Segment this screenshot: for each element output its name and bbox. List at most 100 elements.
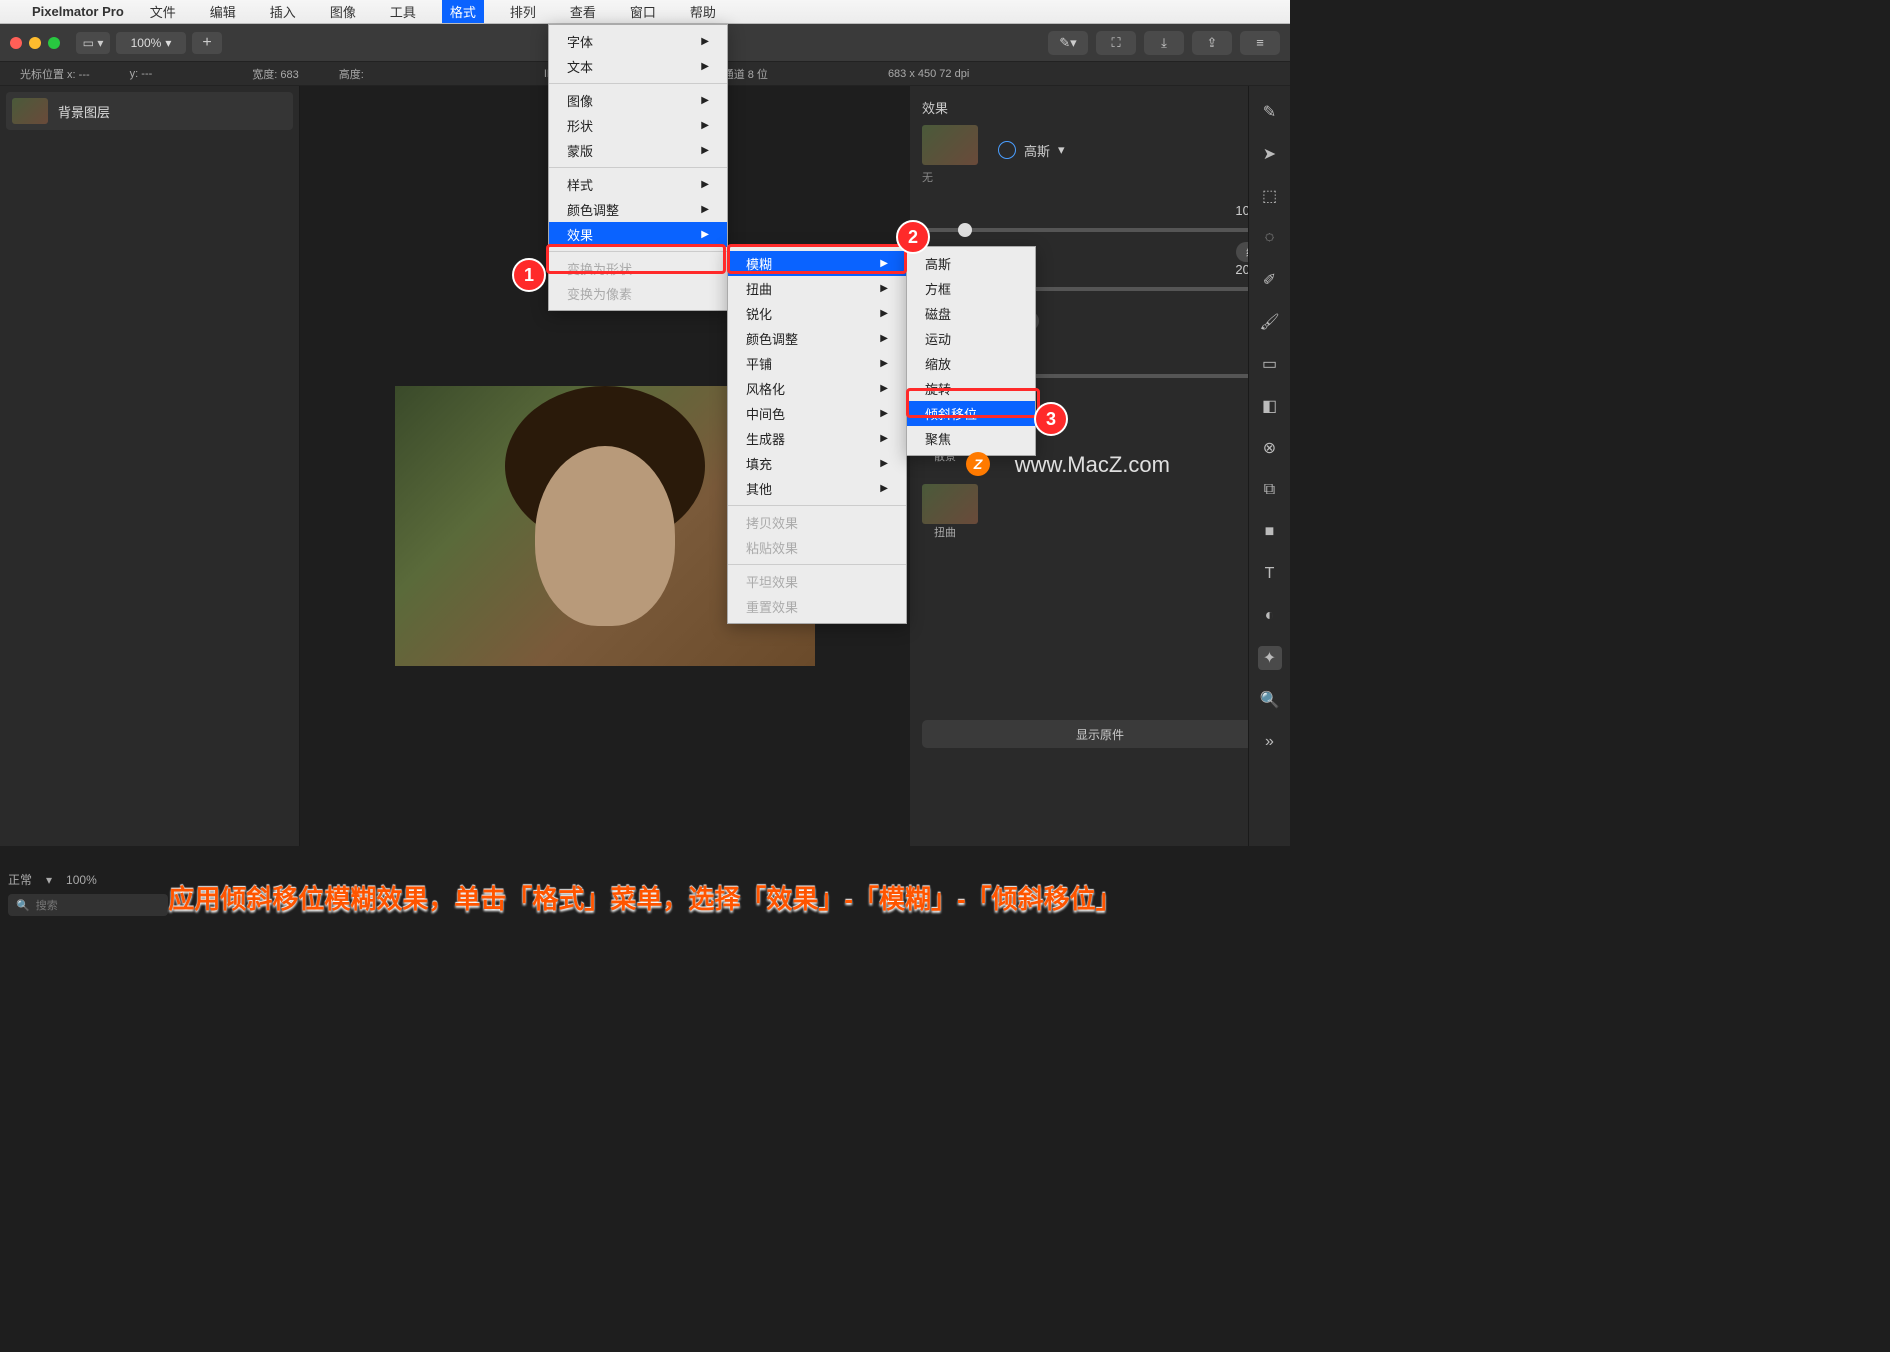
submenu-flatten: 平坦效果	[728, 569, 906, 594]
canvas-height: 高度:	[339, 66, 364, 82]
blur-disc[interactable]: 磁盘	[907, 301, 1035, 326]
macos-menubar: Pixelmator Pro 文件 编辑 插入 图像 工具 格式 排列 查看 窗…	[0, 0, 1290, 24]
submenu-halftone[interactable]: 中间色▶	[728, 401, 906, 426]
blur-gaussian[interactable]: 高斯	[907, 251, 1035, 276]
window-controls	[10, 37, 60, 49]
submenu-reset: 重置效果	[728, 594, 906, 619]
blur-focus[interactable]: 聚焦	[907, 426, 1035, 451]
eyedropper-tool-icon[interactable]: ✐	[1258, 268, 1282, 292]
menu-tools[interactable]: 工具	[382, 0, 424, 23]
effects-tool-icon[interactable]: ✦	[1258, 646, 1282, 670]
submenu-distort[interactable]: 扭曲▶	[728, 276, 906, 301]
cursor-x: 光标位置 x: ---	[20, 66, 90, 82]
canvas-width: 宽度: 683	[252, 66, 298, 82]
menu-arrange[interactable]: 排列	[502, 0, 544, 23]
effects-title: 效果	[922, 98, 948, 117]
menu-color-adjust[interactable]: 颜色调整▶	[549, 197, 727, 222]
maximize-button[interactable]	[48, 37, 60, 49]
panel-toggle-button[interactable]: ≡	[1240, 31, 1280, 55]
effect-toggle[interactable]	[998, 141, 1016, 159]
blur-zoom[interactable]: 缩放	[907, 351, 1035, 376]
layer-row[interactable]: 背景图层	[6, 92, 293, 130]
annotation-number-3: 3	[1034, 402, 1068, 436]
more-tools-icon[interactable]: »	[1258, 730, 1282, 754]
instruction-caption: 应用倾斜移位模糊效果，单击「格式」菜单，选择「效果」-「模糊」-「倾斜移位」	[0, 871, 1290, 924]
menu-image-sub[interactable]: 图像▶	[549, 88, 727, 113]
menu-shape[interactable]: 形状▶	[549, 113, 727, 138]
blur-spin[interactable]: 旋转	[907, 376, 1035, 401]
eraser-tool-icon[interactable]: ◧	[1258, 394, 1282, 418]
share-button[interactable]: ⇪	[1192, 31, 1232, 55]
menu-convert-pixels: 变换为像素	[549, 281, 727, 306]
menu-format[interactable]: 格式	[442, 0, 484, 23]
effect-gauss-label: 高斯	[1024, 141, 1050, 160]
distort-thumbnail	[922, 484, 978, 524]
submenu-stylize[interactable]: 风格化▶	[728, 376, 906, 401]
watermark-icon: Z	[966, 452, 990, 476]
layers-panel: 背景图层	[0, 86, 300, 846]
zoom-select[interactable]: 100% ▾	[116, 32, 186, 54]
menu-text[interactable]: 文本▶	[549, 54, 727, 79]
lasso-tool-icon[interactable]: ◌	[1258, 226, 1282, 250]
shape-tool-icon[interactable]: ■	[1258, 520, 1282, 544]
blur-box[interactable]: 方框	[907, 276, 1035, 301]
annotation-number-2: 2	[896, 220, 930, 254]
menu-help[interactable]: 帮助	[682, 0, 724, 23]
color-adjust-icon[interactable]: ◐	[1258, 604, 1282, 628]
submenu-copy-effects: 拷贝效果	[728, 510, 906, 535]
submenu-paste-effects: 粘贴效果	[728, 535, 906, 560]
menu-font[interactable]: 字体▶	[549, 29, 727, 54]
submenu-other[interactable]: 其他▶	[728, 476, 906, 501]
gauss-slider[interactable]	[922, 228, 1278, 232]
menu-window[interactable]: 窗口	[622, 0, 664, 23]
crop-button[interactable]: ⛶	[1096, 31, 1136, 55]
effects-submenu: 模糊▶ 扭曲▶ 锐化▶ 颜色调整▶ 平铺▶ 风格化▶ 中间色▶ 生成器▶ 填充▶…	[727, 246, 907, 624]
blur-tilt-shift[interactable]: 倾斜移位	[907, 401, 1035, 426]
canvas-dims: 683 x 450 72 dpi	[888, 68, 969, 80]
watermark-text: www.MacZ.com	[1015, 452, 1170, 478]
menu-view[interactable]: 查看	[562, 0, 604, 23]
menu-insert[interactable]: 插入	[262, 0, 304, 23]
submenu-blur[interactable]: 模糊▶	[728, 251, 906, 276]
menu-file[interactable]: 文件	[142, 0, 184, 23]
submenu-coloradj[interactable]: 颜色调整▶	[728, 326, 906, 351]
gradient-tool-icon[interactable]: ▭	[1258, 352, 1282, 376]
effect-none: 无	[922, 169, 1278, 185]
zoom-tool-icon[interactable]: 🔍	[1258, 688, 1282, 712]
submenu-tile[interactable]: 平铺▶	[728, 351, 906, 376]
effect-thumbnail	[922, 125, 978, 165]
blur-motion[interactable]: 运动	[907, 326, 1035, 351]
sidebar-toggle[interactable]: ▭ ▾	[76, 32, 110, 54]
paint-tool-icon[interactable]: 🖌	[1258, 310, 1282, 334]
brush-preset-button[interactable]: ✎▾	[1048, 31, 1088, 55]
tool-strip: ✎ ➤ ⬚ ◌ ✐ 🖌 ▭ ◧ ⊗ ⧉ ■ T ◐ ✦ 🔍 »	[1248, 86, 1290, 846]
menu-styles[interactable]: 样式▶	[549, 172, 727, 197]
add-tab-button[interactable]: +	[192, 32, 222, 54]
export-button[interactable]: ⤓	[1144, 31, 1184, 55]
annotation-number-1: 1	[512, 258, 546, 292]
menu-edit[interactable]: 编辑	[202, 0, 244, 23]
cursor-y: y: ---	[130, 68, 153, 80]
layer-name: 背景图层	[58, 102, 110, 121]
arrow-tool-icon[interactable]: ➤	[1258, 142, 1282, 166]
menu-effects[interactable]: 效果▶	[549, 222, 727, 247]
show-original-button[interactable]: 显示原件	[922, 720, 1278, 748]
submenu-generator[interactable]: 生成器▶	[728, 426, 906, 451]
close-button[interactable]	[10, 37, 22, 49]
repair-tool-icon[interactable]: ⊗	[1258, 436, 1282, 460]
menu-mask[interactable]: 蒙版▶	[549, 138, 727, 163]
submenu-fill[interactable]: 填充▶	[728, 451, 906, 476]
distort-label: 扭曲	[934, 524, 1278, 540]
clone-tool-icon[interactable]: ⧉	[1258, 478, 1282, 502]
layer-thumbnail	[12, 98, 48, 124]
menu-convert-shape: 变换为形状	[549, 256, 727, 281]
submenu-sharpen[interactable]: 锐化▶	[728, 301, 906, 326]
minimize-button[interactable]	[29, 37, 41, 49]
text-tool-icon[interactable]: T	[1258, 562, 1282, 586]
app-name: Pixelmator Pro	[32, 4, 124, 19]
blur-submenu: 高斯 方框 磁盘 运动 缩放 旋转 倾斜移位 聚焦	[906, 246, 1036, 456]
marquee-tool-icon[interactable]: ⬚	[1258, 184, 1282, 208]
format-menu: 字体▶ 文本▶ 图像▶ 形状▶ 蒙版▶ 样式▶ 颜色调整▶ 效果▶ 变换为形状 …	[548, 24, 728, 311]
brush-tool-icon[interactable]: ✎	[1258, 100, 1282, 124]
menu-image[interactable]: 图像	[322, 0, 364, 23]
